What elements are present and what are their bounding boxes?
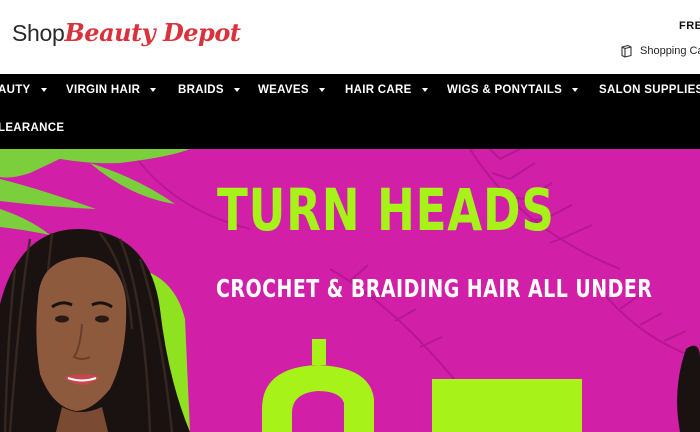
nav-item-label: WEAVES: [258, 84, 309, 96]
chevron-down-icon: [233, 88, 240, 92]
nav-item-salon-supplies[interactable]: SALON SUPPLIES: [599, 82, 700, 98]
nav-item-label: VIRGIN HAIR: [66, 84, 141, 96]
nav-item-braids[interactable]: BRAIDS: [178, 82, 240, 98]
nav-item-label: AUTY: [0, 84, 31, 96]
site-header: Shop Beauty Depot FRE Shopping Ca: [0, 0, 700, 74]
hero-headline: TURN HEADS: [217, 176, 555, 244]
shopping-cart-link[interactable]: Shopping Ca: [619, 44, 700, 58]
nav-item-label: SALON SUPPLIES: [599, 84, 700, 96]
nav-item-label: LEARANCE: [0, 122, 65, 134]
nav-item-virgin-hair[interactable]: VIRGIN HAIR: [66, 82, 157, 98]
nav-item-weaves[interactable]: WEAVES: [258, 82, 325, 98]
hero-subline: CROCHET & BRAIDING HAIR ALL UNDER: [216, 274, 653, 303]
logo-shop-text: Shop: [12, 20, 65, 46]
nav-item-label: WIGS & PONYTAILS: [447, 84, 563, 96]
hero-price-graphic: [262, 339, 582, 432]
chevron-down-icon: [318, 88, 325, 92]
chevron-down-icon: [421, 88, 428, 92]
site-logo[interactable]: Shop Beauty Depot: [12, 18, 241, 47]
free-shipping-banner: FRE: [679, 20, 700, 32]
nav-item-label: HAIR CARE: [345, 84, 412, 96]
nav-item-clearance[interactable]: LEARANCE: [0, 120, 64, 136]
nav-item-hair-care[interactable]: HAIR CARE: [345, 82, 428, 98]
shopping-cart-label: Shopping Ca: [640, 45, 700, 57]
nav-item-beauty[interactable]: AUTY: [0, 82, 47, 98]
chevron-down-icon: [572, 88, 579, 92]
hero-banner[interactable]: TURN HEADS CROCHET & BRAIDING HAIR ALL U…: [0, 149, 700, 432]
chevron-down-icon: [40, 88, 47, 92]
nav-item-wigs-ponytails[interactable]: WIGS & PONYTAILS: [447, 82, 579, 98]
shopping-bag-icon: [621, 44, 632, 58]
chevron-down-icon: [150, 88, 157, 92]
main-nav: AUTY VIRGIN HAIR BRAIDS WEAVES HAIR CARE…: [0, 74, 700, 149]
logo-brand-text: Beauty Depot: [64, 18, 241, 47]
nav-item-label: BRAIDS: [178, 84, 224, 96]
